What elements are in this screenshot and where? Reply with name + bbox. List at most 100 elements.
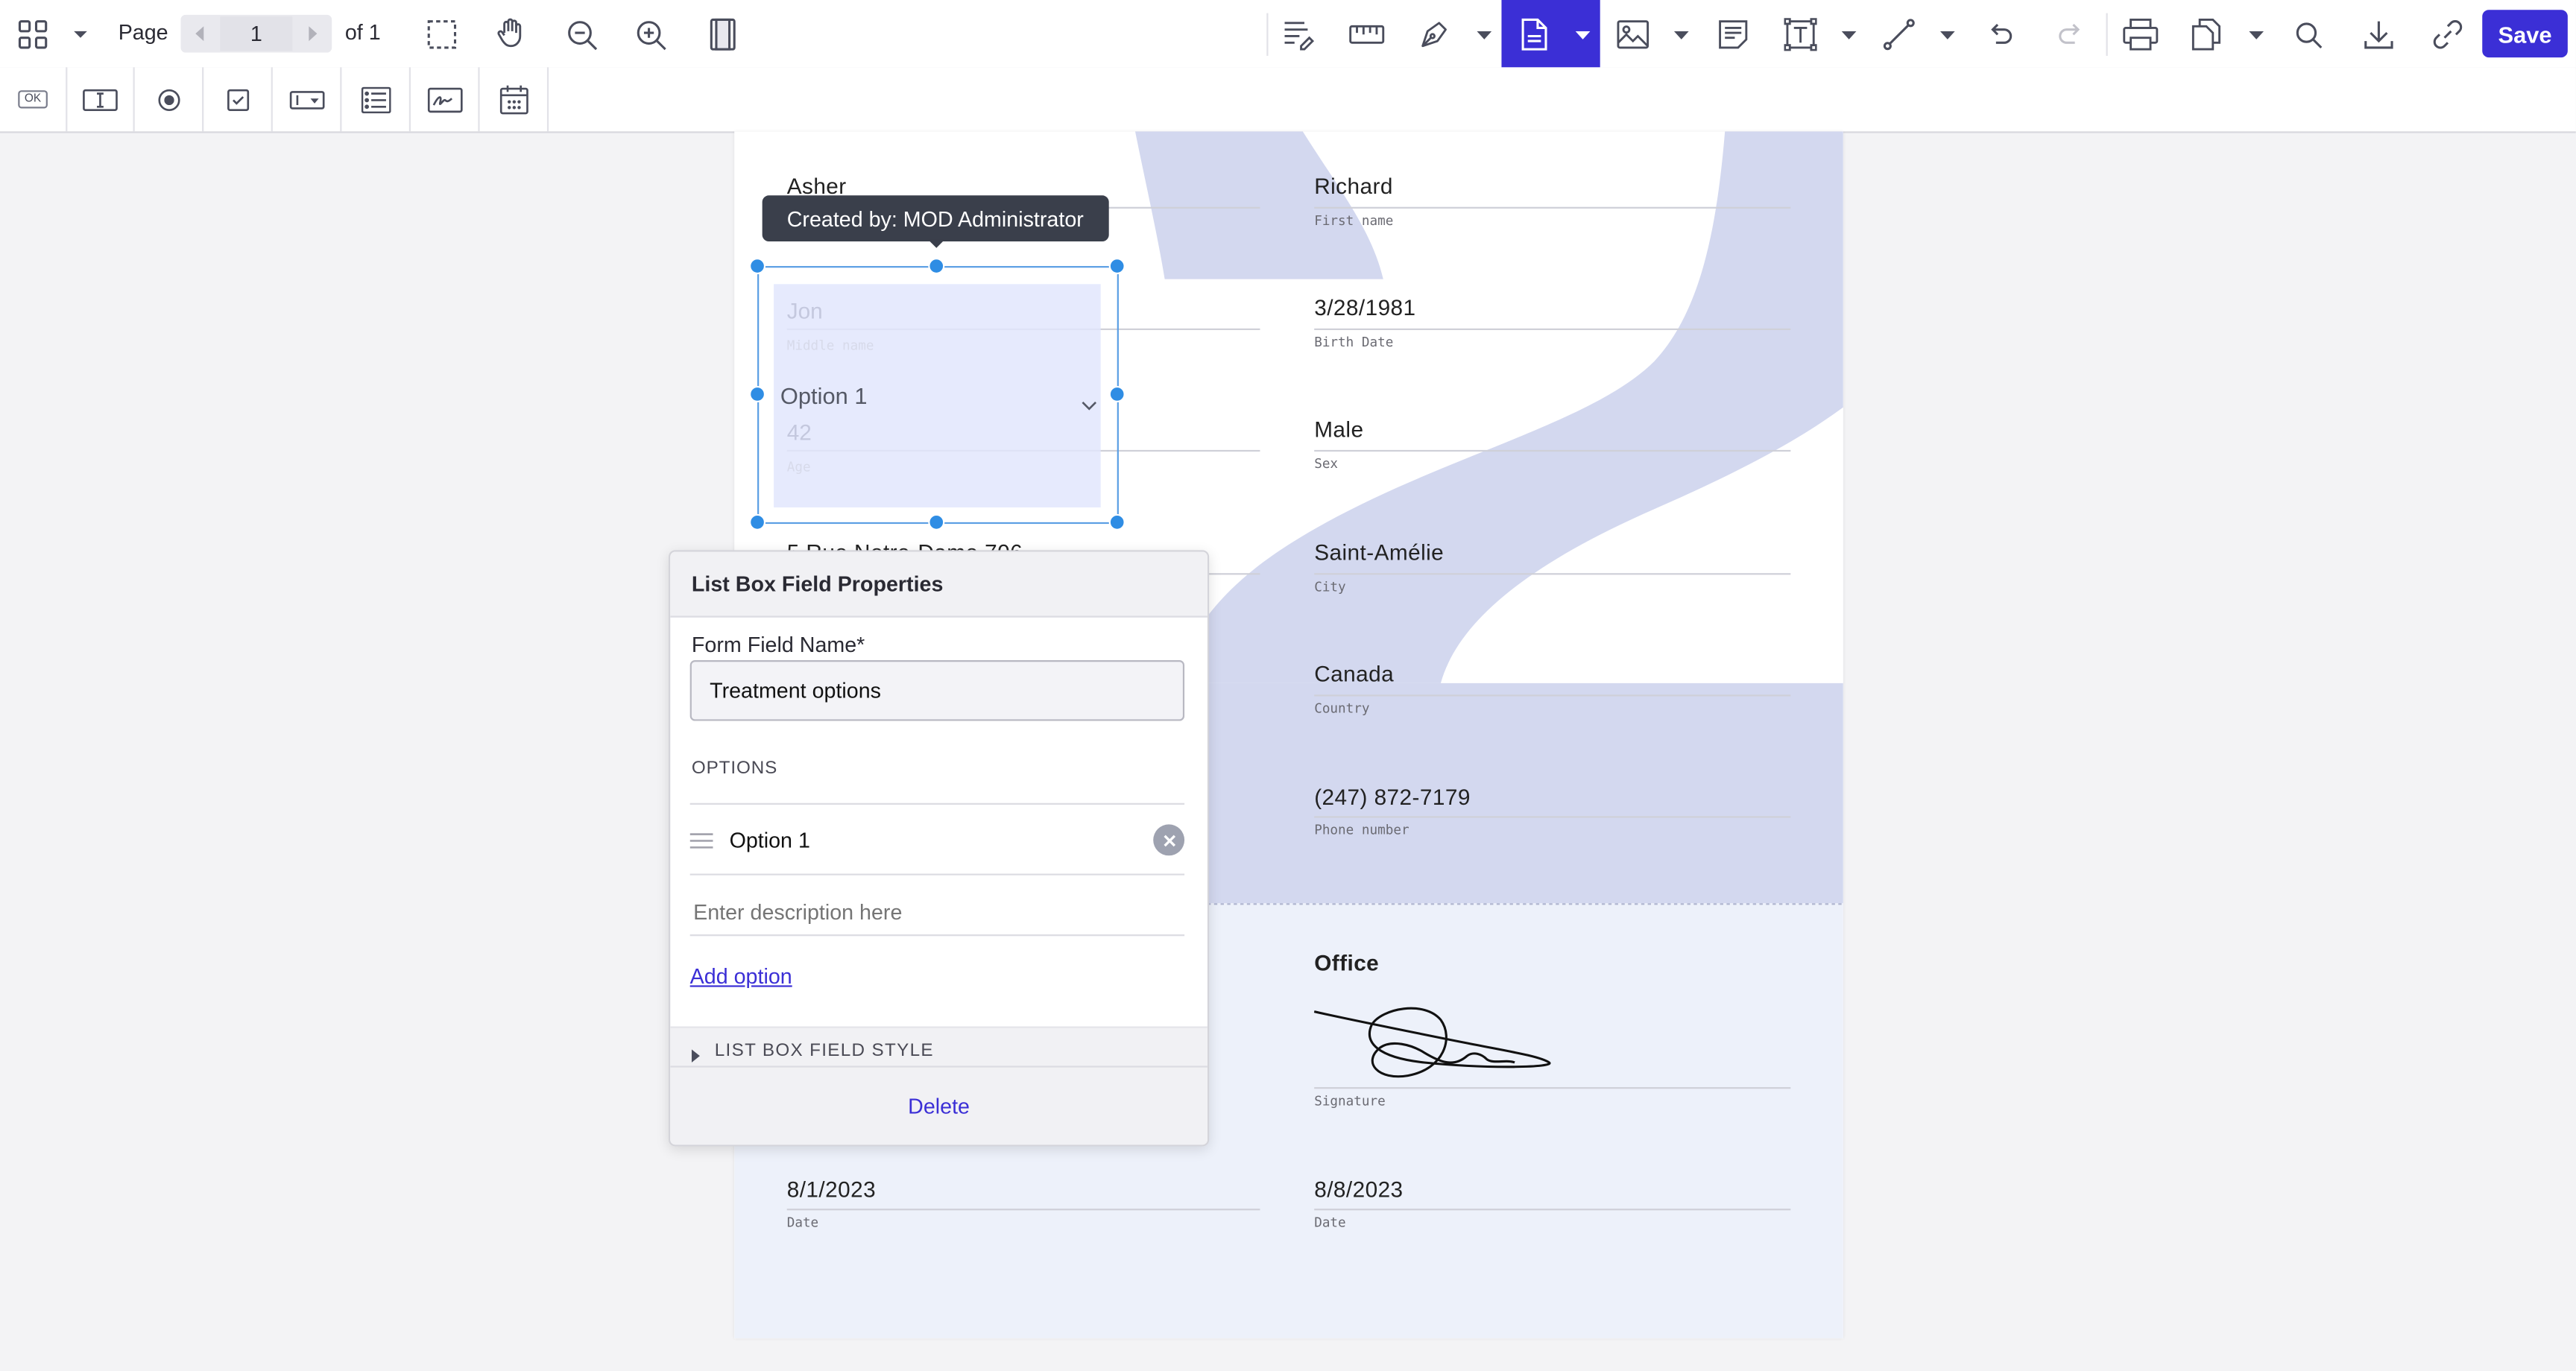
chevron-down-icon[interactable]: [1572, 25, 1591, 44]
option-row: Option 1: [689, 814, 1185, 873]
phone-value: (247) 872-7179: [1314, 785, 1471, 810]
toolbar-separator: [1266, 13, 1269, 56]
field-underline: [1314, 694, 1791, 697]
signature-label: Signature: [1314, 1093, 1386, 1109]
ink-pen-icon[interactable]: [1416, 16, 1452, 52]
line-icon[interactable]: [1881, 16, 1917, 52]
document-editor-icon[interactable]: [2188, 16, 2224, 52]
undo-icon[interactable]: [1983, 16, 2018, 52]
form-creator-button[interactable]: [1501, 0, 1600, 68]
resize-handle[interactable]: [928, 258, 945, 275]
field-underline: [786, 1209, 1260, 1211]
field-underline: [1314, 573, 1791, 575]
tooltip-arrow: [928, 239, 945, 248]
resize-handle[interactable]: [1108, 258, 1126, 275]
text-field-tool[interactable]: [67, 67, 135, 132]
prev-page-icon[interactable]: [186, 19, 215, 47]
zoom-out-icon[interactable]: [564, 16, 599, 52]
covered-middle-name-value: Jon: [786, 299, 823, 324]
covered-middle-name-label: Middle name: [786, 338, 874, 353]
creator-tooltip: Created by: MOD Administrator: [762, 195, 1108, 241]
resize-handle[interactable]: [749, 513, 766, 531]
search-icon[interactable]: [2290, 16, 2326, 52]
field-underline: [1314, 816, 1791, 818]
birth-date-label: Birth Date: [1314, 335, 1394, 350]
option-description-input[interactable]: [689, 890, 1185, 937]
chevron-down-icon[interactable]: [1670, 25, 1690, 44]
chevron-down-icon[interactable]: [1474, 25, 1493, 44]
checkbox-field-tool[interactable]: [206, 67, 273, 132]
chevron-down-icon[interactable]: [1838, 25, 1857, 44]
chevron-down-icon[interactable]: [69, 25, 92, 44]
save-button[interactable]: Save: [2482, 10, 2568, 58]
chevron-down-icon[interactable]: [2246, 25, 2265, 44]
form-field-name-label: Form Field Name*: [691, 632, 865, 657]
zoom-in-icon[interactable]: [633, 16, 669, 52]
text-field-icon: [83, 88, 118, 110]
button-field-icon: OK: [18, 90, 48, 109]
form-field-name-input[interactable]: [689, 660, 1185, 721]
resize-handle[interactable]: [749, 385, 766, 402]
list-box-icon: [361, 86, 391, 113]
date-field-tool[interactable]: [482, 67, 549, 132]
note-icon[interactable]: [1715, 16, 1751, 52]
ruler-icon[interactable]: [1347, 16, 1386, 52]
field-underline: [1314, 1087, 1791, 1089]
form-field-icon: [1516, 16, 1552, 52]
list-box-selected-option[interactable]: Option 1: [780, 383, 868, 409]
resize-handle[interactable]: [1108, 385, 1126, 402]
birth-date-value: 3/28/1981: [1314, 295, 1416, 320]
chevron-down-icon[interactable]: [1937, 25, 1957, 44]
redo-icon[interactable]: [2052, 16, 2088, 52]
resize-handle[interactable]: [928, 513, 945, 531]
field-underline: [1314, 206, 1791, 209]
remove-option-icon[interactable]: [1153, 824, 1185, 856]
date-field-icon: [499, 84, 528, 114]
date-right-value: 8/8/2023: [1314, 1177, 1404, 1203]
city-label: City: [1314, 580, 1346, 595]
radio-field-tool[interactable]: [136, 67, 204, 132]
page-navigator: 1: [180, 14, 332, 53]
delete-button[interactable]: Delete: [670, 1094, 1208, 1118]
city-value: Saint-Amélie: [1314, 540, 1445, 566]
style-section-label: LIST BOX FIELD STYLE: [714, 1041, 934, 1061]
country-label: Country: [1314, 701, 1370, 716]
button-field-tool[interactable]: OK: [0, 67, 68, 132]
sidebar-grid-icon[interactable]: [16, 18, 49, 51]
page-total: of 1: [344, 19, 381, 45]
list-box-field-selection[interactable]: Jon Middle name 42 Age Option 1: [757, 266, 1119, 525]
text-select-icon[interactable]: [1280, 16, 1316, 52]
signature-field-tool[interactable]: [412, 67, 480, 132]
date-left-label: Date: [786, 1215, 819, 1230]
sex-value: Male: [1314, 417, 1364, 442]
list-box-tool[interactable]: [344, 67, 411, 132]
divider: [689, 802, 1185, 805]
list-box-properties-popup: List Box Field Properties Form Field Nam…: [669, 550, 1210, 1147]
drag-handle-icon[interactable]: [689, 829, 713, 861]
marquee-select-icon[interactable]: [424, 16, 460, 52]
covered-age-label: Age: [786, 460, 811, 475]
option-label[interactable]: Option 1: [730, 828, 810, 852]
phone-label: Phone number: [1314, 823, 1409, 838]
page-number-input[interactable]: 1: [220, 16, 293, 51]
field-underline: [1314, 449, 1791, 452]
signature-field-icon: [427, 86, 463, 113]
first-name-label: First name: [1314, 213, 1394, 229]
combo-box-icon: [289, 89, 325, 109]
page-layout-icon[interactable]: [705, 16, 741, 52]
pan-hand-icon[interactable]: [493, 15, 528, 51]
style-section-toggle[interactable]: LIST BOX FIELD STYLE: [670, 1026, 1208, 1068]
text-box-icon[interactable]: [1782, 16, 1818, 52]
next-page-icon[interactable]: [297, 19, 327, 47]
chevron-down-icon[interactable]: [1081, 389, 1097, 419]
resize-handle[interactable]: [1108, 513, 1126, 531]
sex-label: Sex: [1314, 456, 1339, 472]
add-option-link[interactable]: Add option: [690, 964, 792, 989]
image-icon[interactable]: [1615, 16, 1651, 52]
combo-box-tool[interactable]: [274, 67, 342, 132]
print-icon[interactable]: [2121, 16, 2160, 52]
options-heading: OPTIONS: [691, 759, 778, 779]
resize-handle[interactable]: [749, 258, 766, 275]
download-icon[interactable]: [2361, 16, 2396, 52]
link-icon[interactable]: [2430, 16, 2466, 52]
